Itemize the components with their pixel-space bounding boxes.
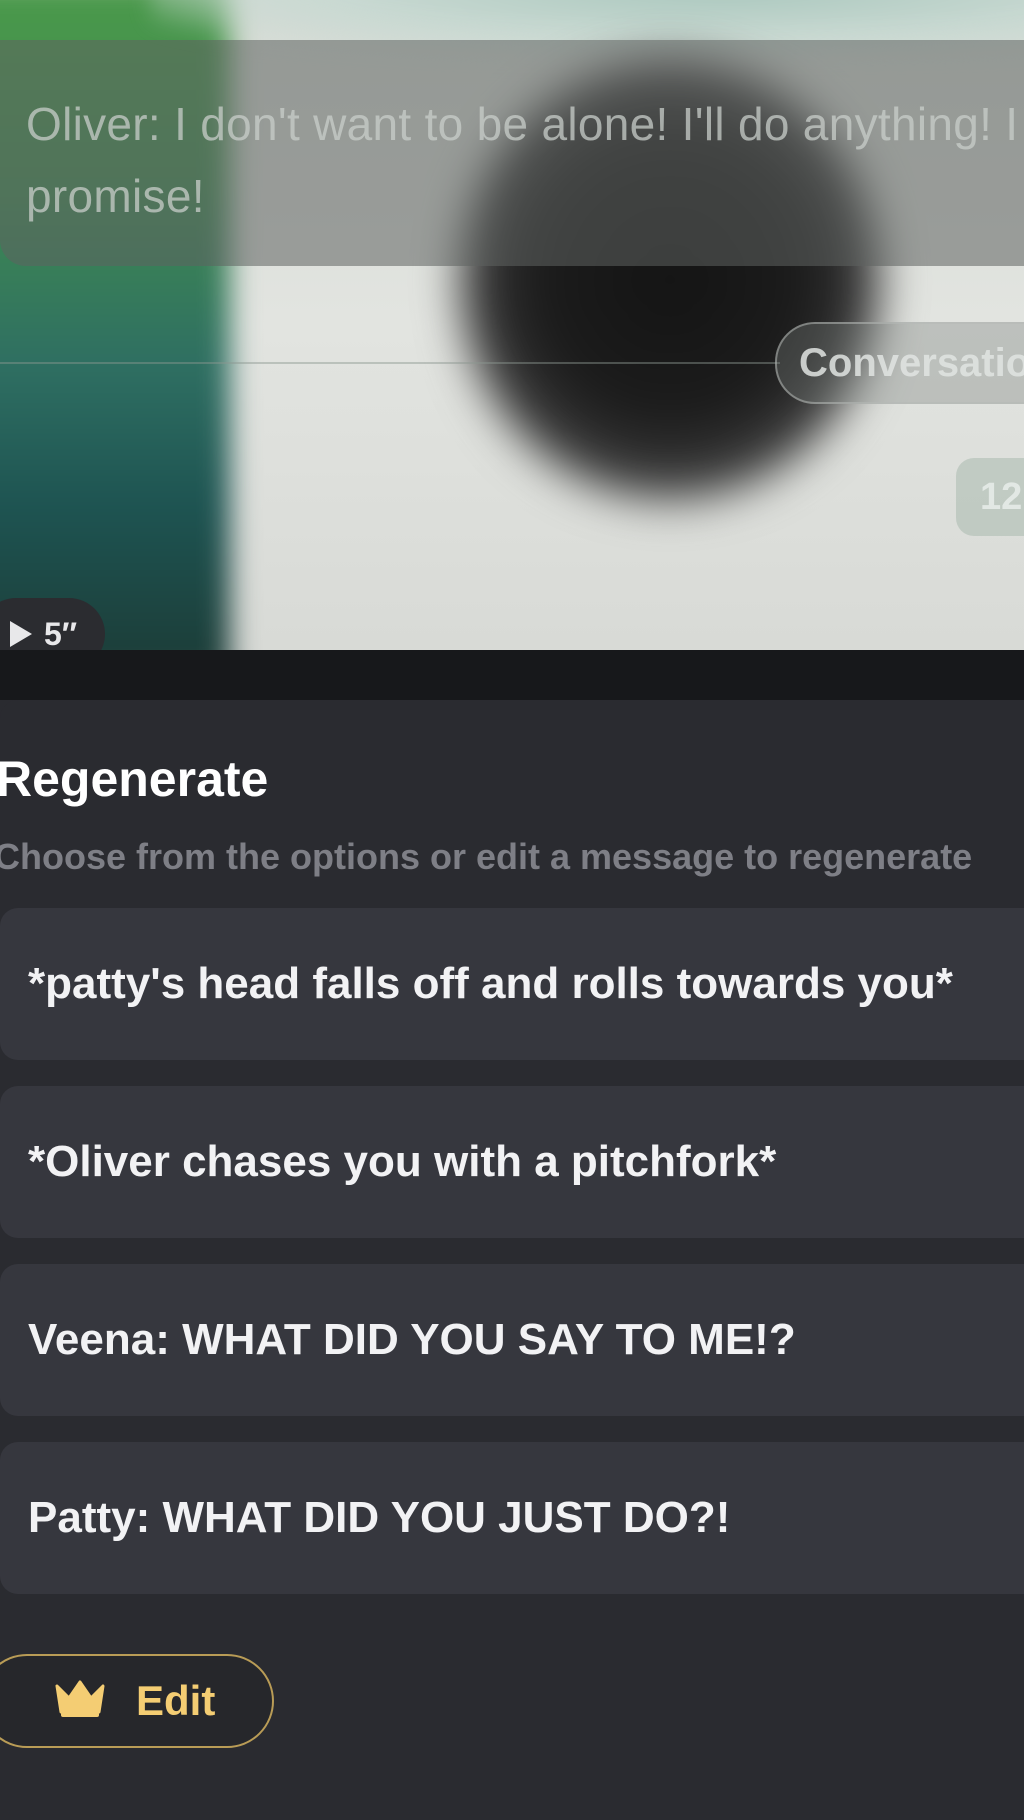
conversation-divider (0, 362, 780, 364)
edit-button[interactable]: Edit (0, 1654, 274, 1748)
edit-label: Edit (136, 1677, 216, 1724)
regenerate-option[interactable]: Patty: WHAT DID YOU JUST DO?! (0, 1442, 1024, 1594)
regenerate-sheet: Regenerate Choose from the options or ed… (0, 700, 1024, 1820)
regenerate-option[interactable]: *Oliver chases you with a pitchfork* (0, 1086, 1024, 1238)
option-label: Patty: WHAT DID YOU JUST DO?! (28, 1493, 731, 1542)
chat-message-text: Oliver: I don't want to be alone! I'll d… (26, 98, 1019, 222)
option-label: *patty's head falls off and rolls toward… (28, 959, 953, 1008)
chat-backdrop: Oliver: I don't want to be alone! I'll d… (0, 0, 1024, 650)
app-frame: Oliver: I don't want to be alone! I'll d… (0, 0, 1024, 1820)
regenerate-option[interactable]: *patty's head falls off and rolls toward… (0, 908, 1024, 1060)
option-label: *Oliver chases you with a pitchfork* (28, 1137, 777, 1186)
audio-duration-chip[interactable]: 5″ (0, 598, 106, 651)
sheet-subtitle: Choose from the options or edit a messag… (0, 836, 973, 877)
sheet-gap (0, 650, 1024, 700)
chat-message-bubble: Oliver: I don't want to be alone! I'll d… (0, 40, 1024, 266)
crown-icon (54, 1678, 106, 1725)
option-label: Veena: WHAT DID YOU SAY TO ME!? (28, 1315, 796, 1364)
regenerate-option-list: *patty's head falls off and rolls toward… (0, 908, 1024, 1620)
play-icon (10, 621, 32, 647)
duration-label: 5″ (44, 615, 78, 651)
regenerate-option[interactable]: Veena: WHAT DID YOU SAY TO ME!? (0, 1264, 1024, 1416)
sheet-title: Regenerate (0, 751, 269, 807)
counter-pill: 12 (956, 458, 1024, 536)
conversation-pill: Conversation (775, 322, 1024, 404)
